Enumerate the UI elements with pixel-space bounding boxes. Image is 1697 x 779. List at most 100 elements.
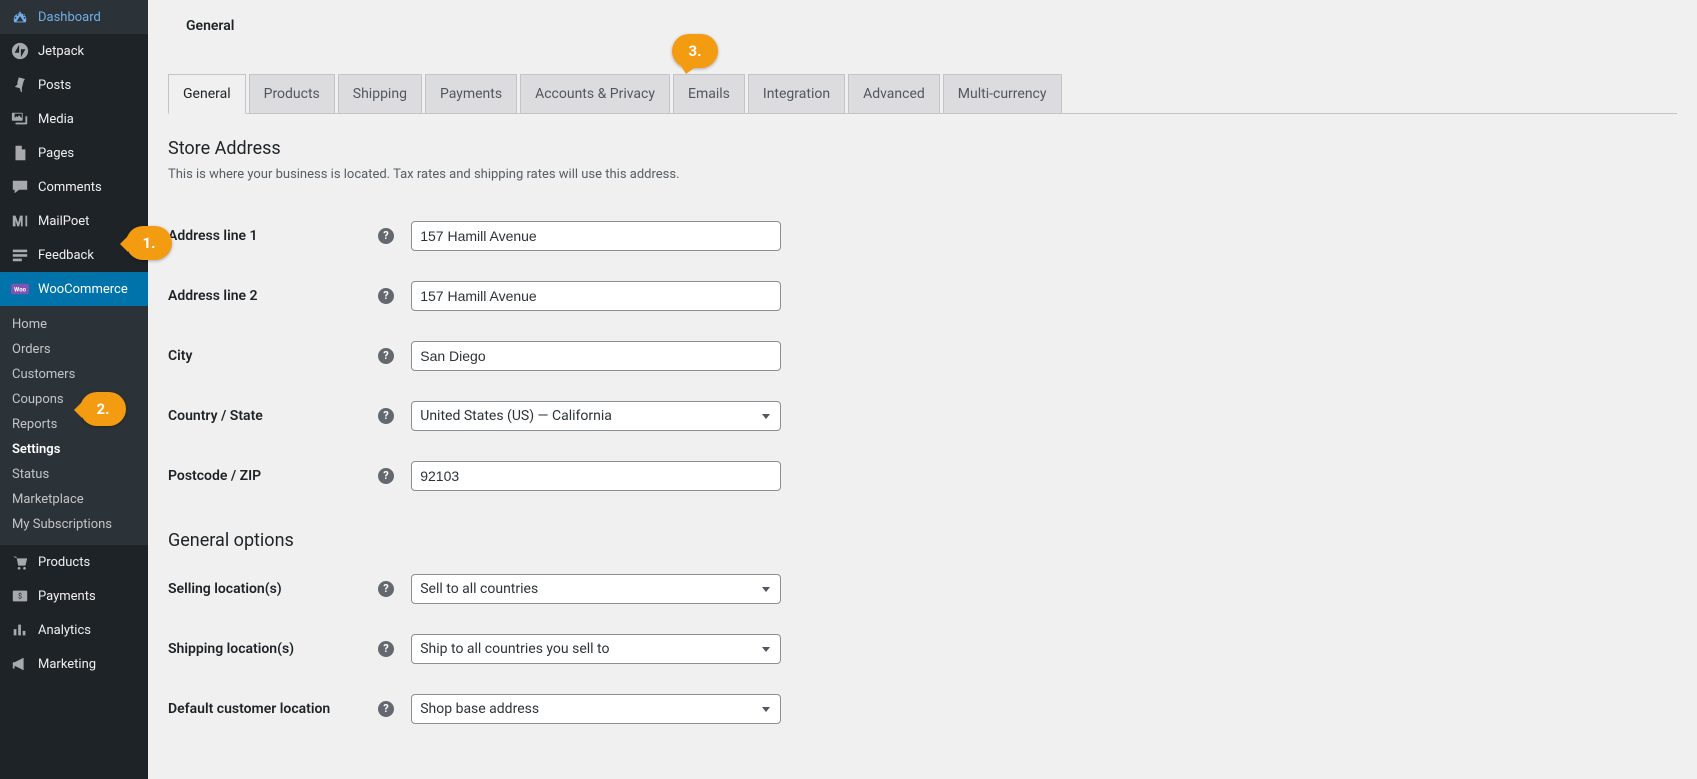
page-title: General [168, 0, 1677, 64]
sidebar-item-comments[interactable]: Comments [0, 170, 148, 204]
help-icon[interactable]: ? [378, 348, 394, 364]
store-address-table: Address line 1 ? Address line 2 ? City ?… [168, 206, 1677, 506]
payments-icon: $ [10, 586, 30, 606]
sidebar-item-media[interactable]: Media [0, 102, 148, 136]
sidebar-item-payments[interactable]: $ Payments [0, 579, 148, 613]
feedback-icon [10, 245, 30, 265]
jetpack-icon [10, 41, 30, 61]
callout-1: 1. [126, 226, 172, 260]
chevron-down-icon [762, 647, 770, 652]
input-postcode[interactable] [411, 461, 781, 491]
input-address1[interactable] [411, 221, 781, 251]
select-country-value: United States (US) — California [420, 408, 612, 424]
label-postcode: Postcode / ZIP [168, 468, 261, 484]
sidebar-subitem-marketplace[interactable]: Marketplace [0, 487, 148, 512]
sidebar-item-label: Pages [38, 146, 74, 161]
admin-sidebar: Dashboard Jetpack Posts Media Pages Comments M… [0, 0, 148, 779]
label-default-loc: Default customer location [168, 701, 330, 717]
sidebar-item-products[interactable]: Products [0, 545, 148, 579]
tab-accounts-privacy[interactable]: Accounts & Privacy [520, 74, 670, 113]
sidebar-item-marketing[interactable]: Marketing [0, 647, 148, 681]
help-icon[interactable]: ? [378, 701, 394, 717]
tab-integration[interactable]: Integration [748, 74, 845, 113]
section-store-address-title: Store Address [168, 138, 1677, 159]
page-icon [10, 143, 30, 163]
sidebar-item-label: Marketing [38, 657, 96, 672]
tab-payments[interactable]: Payments [425, 74, 517, 113]
general-options-table: Selling location(s) ? Sell to all countr… [168, 559, 1677, 739]
select-country[interactable]: United States (US) — California [411, 401, 781, 431]
sidebar-item-label: Products [38, 555, 90, 570]
select-shipping-value: Ship to all countries you sell to [420, 641, 609, 657]
sidebar-subitem-home[interactable]: Home [0, 312, 148, 337]
sidebar-item-label: Posts [38, 78, 71, 93]
section-general-options-title: General options [168, 530, 1677, 551]
sidebar-subitem-settings[interactable]: Settings [0, 437, 148, 462]
sidebar-item-label: Jetpack [38, 44, 84, 59]
select-default-loc[interactable]: Shop base address [411, 694, 781, 724]
label-address1: Address line 1 [168, 228, 258, 244]
main-content: General GeneralProductsShippingPaymentsA… [148, 0, 1697, 779]
sidebar-item-label: Analytics [38, 623, 91, 638]
select-default-loc-value: Shop base address [420, 701, 539, 717]
sidebar-item-label: Comments [38, 180, 102, 195]
analytics-icon [10, 620, 30, 640]
chevron-down-icon [762, 587, 770, 592]
select-shipping[interactable]: Ship to all countries you sell to [411, 634, 781, 664]
pin-icon [10, 75, 30, 95]
label-city: City [168, 348, 192, 364]
sidebar-item-analytics[interactable]: Analytics [0, 613, 148, 647]
callout-1-label: 1. [143, 234, 156, 252]
marketing-icon [10, 654, 30, 674]
tab-multi-currency[interactable]: Multi-currency [943, 74, 1062, 113]
settings-tabs: GeneralProductsShippingPaymentsAccounts … [168, 64, 1677, 114]
chevron-down-icon [762, 414, 770, 419]
tab-general[interactable]: General [168, 74, 246, 114]
sidebar-item-pages[interactable]: Pages [0, 136, 148, 170]
label-address2: Address line 2 [168, 288, 258, 304]
media-icon [10, 109, 30, 129]
sidebar-subitem-orders[interactable]: Orders [0, 337, 148, 362]
sidebar-item-jetpack[interactable]: Jetpack [0, 34, 148, 68]
label-country: Country / State [168, 408, 263, 424]
sidebar-item-posts[interactable]: Posts [0, 68, 148, 102]
section-store-address-desc: This is where your business is located. … [168, 167, 1677, 182]
callout-2: 2. [80, 392, 126, 426]
woo-icon: Woo [10, 279, 30, 299]
svg-text:Woo: Woo [14, 286, 27, 293]
sidebar-subitem-customers[interactable]: Customers [0, 362, 148, 387]
help-icon[interactable]: ? [378, 468, 394, 484]
callout-2-label: 2. [97, 400, 110, 418]
sidebar-item-label: MailPoet [38, 214, 89, 229]
chevron-down-icon [762, 707, 770, 712]
input-address2[interactable] [411, 281, 781, 311]
sidebar-subitem-status[interactable]: Status [0, 462, 148, 487]
comment-icon [10, 177, 30, 197]
select-selling[interactable]: Sell to all countries [411, 574, 781, 604]
help-icon[interactable]: ? [378, 581, 394, 597]
select-selling-value: Sell to all countries [420, 581, 538, 597]
sidebar-item-label: Feedback [38, 248, 94, 263]
help-icon[interactable]: ? [378, 641, 394, 657]
callout-3: 3. [672, 34, 718, 68]
mailpoet-icon [10, 211, 30, 231]
products-icon [10, 552, 30, 572]
help-icon[interactable]: ? [378, 228, 394, 244]
callout-3-label: 3. [689, 42, 702, 60]
sidebar-item-label: WooCommerce [38, 282, 128, 297]
sidebar-item-dashboard[interactable]: Dashboard [0, 0, 148, 34]
sidebar-subitem-my-subscriptions[interactable]: My Subscriptions [0, 512, 148, 537]
tab-shipping[interactable]: Shipping [338, 74, 422, 113]
input-city[interactable] [411, 341, 781, 371]
help-icon[interactable]: ? [378, 408, 394, 424]
dashboard-icon [10, 7, 30, 27]
svg-text:$: $ [18, 592, 22, 601]
label-selling: Selling location(s) [168, 581, 282, 597]
sidebar-item-label: Dashboard [38, 10, 101, 25]
sidebar-item-woocommerce[interactable]: Woo WooCommerce [0, 272, 148, 306]
sidebar-item-label: Payments [38, 589, 96, 604]
help-icon[interactable]: ? [378, 288, 394, 304]
tab-products[interactable]: Products [249, 74, 335, 113]
label-shipping: Shipping location(s) [168, 641, 294, 657]
tab-advanced[interactable]: Advanced [848, 74, 940, 113]
